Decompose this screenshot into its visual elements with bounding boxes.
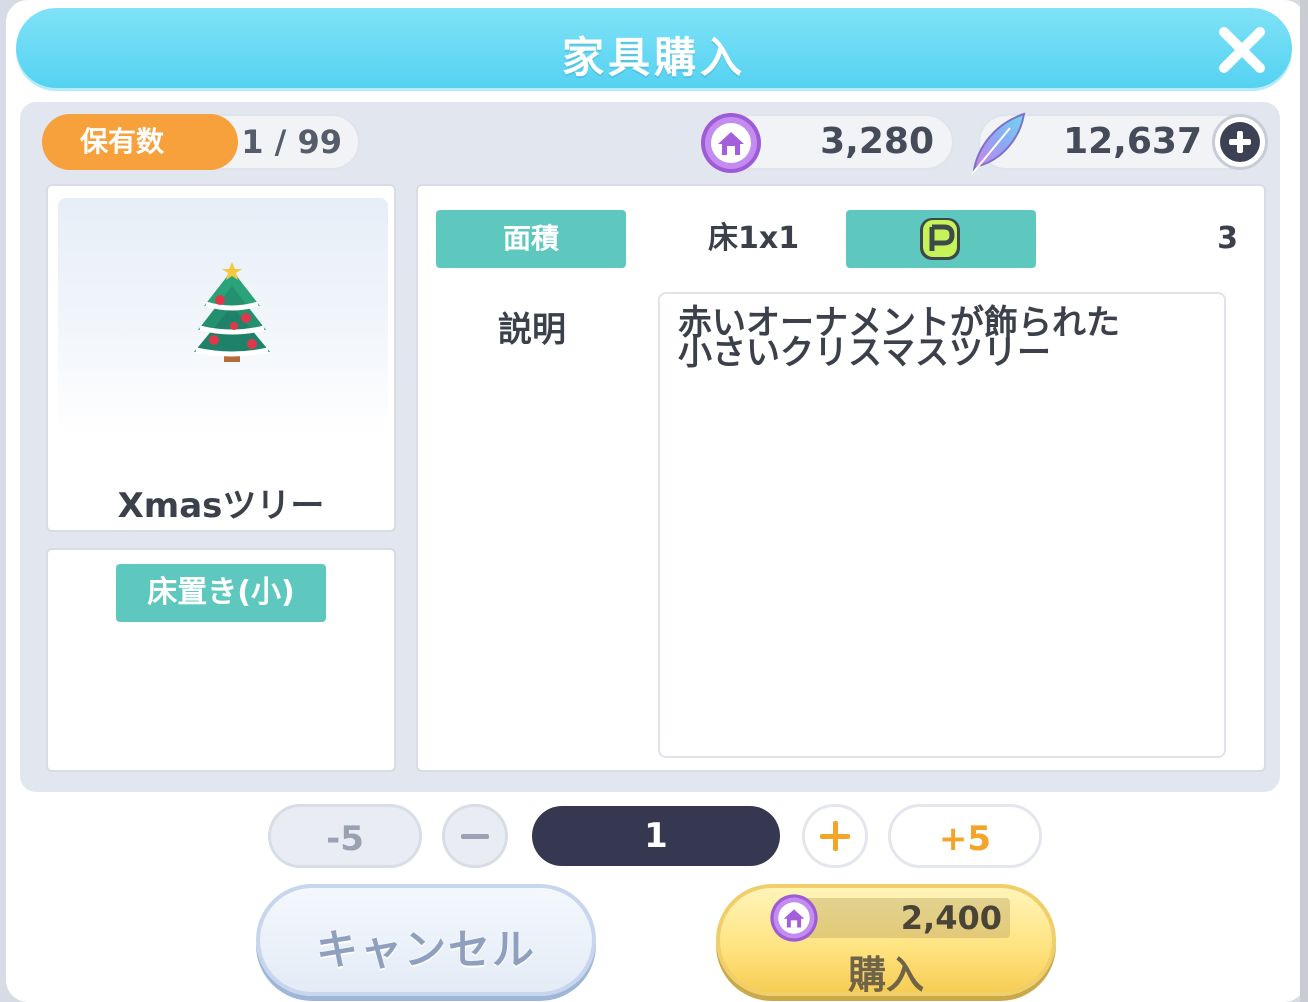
dialog-title: 家具購入 [561, 33, 746, 82]
category-tag: 床置き(小) [116, 564, 326, 622]
feather-icon [971, 112, 1026, 175]
christmas-tree-icon [194, 262, 270, 362]
feather-balance: 12,637 [971, 112, 1268, 175]
cancel-button-label: キャンセル [315, 925, 536, 974]
detail-card: 面積 床1x1 3 説明 赤いオーナメントが飾られた 小さいクリスマスツリー [416, 184, 1266, 772]
coin-balance: 3,280 [701, 113, 954, 173]
background-edge [1300, 0, 1308, 1002]
owned-count-label: 保有数 [42, 114, 238, 170]
area-value: 床1x1 [708, 221, 800, 256]
house-coin-icon [701, 113, 761, 173]
item-name: Xmasツリー [117, 486, 325, 526]
area-label: 面積 [436, 210, 626, 268]
plus-icon [1220, 122, 1260, 162]
owned-count-value: 1 / 99 [241, 123, 342, 161]
minus-5-button[interactable]: -5 [268, 804, 422, 868]
buy-price: 2,400 [900, 899, 1002, 937]
item-card: Xmasツリー [46, 184, 396, 532]
owned-count: 保有数 1 / 99 [42, 114, 360, 170]
close-icon [1219, 27, 1265, 73]
point-value: 3 [1217, 221, 1238, 256]
p-icon [920, 218, 960, 260]
plus-5-button[interactable]: +5 [888, 804, 1042, 868]
description-label: 説明 [498, 310, 566, 350]
close-button[interactable] [1214, 22, 1270, 78]
quantity-value: 1 [532, 806, 780, 866]
coin-balance-value: 3,280 [820, 121, 934, 162]
add-feather-button[interactable] [1212, 114, 1268, 170]
description-text: 赤いオーナメントが飾られた 小さいクリスマスツリー [658, 292, 1226, 758]
buy-button[interactable]: 2,400 購入 [716, 884, 1056, 997]
feather-balance-value: 12,637 [1063, 121, 1202, 162]
title-bar: 家具購入 [16, 8, 1292, 88]
furniture-purchase-dialog: 家具購入 保有数 1 / 99 3,280 12,637 Xmasツリー 床置き… [6, 0, 1306, 1002]
minus-1-button[interactable] [442, 804, 508, 868]
house-coin-icon [770, 894, 818, 942]
point-tag [846, 210, 1036, 268]
item-image [58, 198, 388, 436]
plus-1-button[interactable] [802, 804, 868, 868]
category-card: 床置き(小) [46, 548, 396, 772]
buy-button-label: 購入 [847, 953, 924, 997]
cancel-button[interactable]: キャンセル [256, 884, 596, 996]
